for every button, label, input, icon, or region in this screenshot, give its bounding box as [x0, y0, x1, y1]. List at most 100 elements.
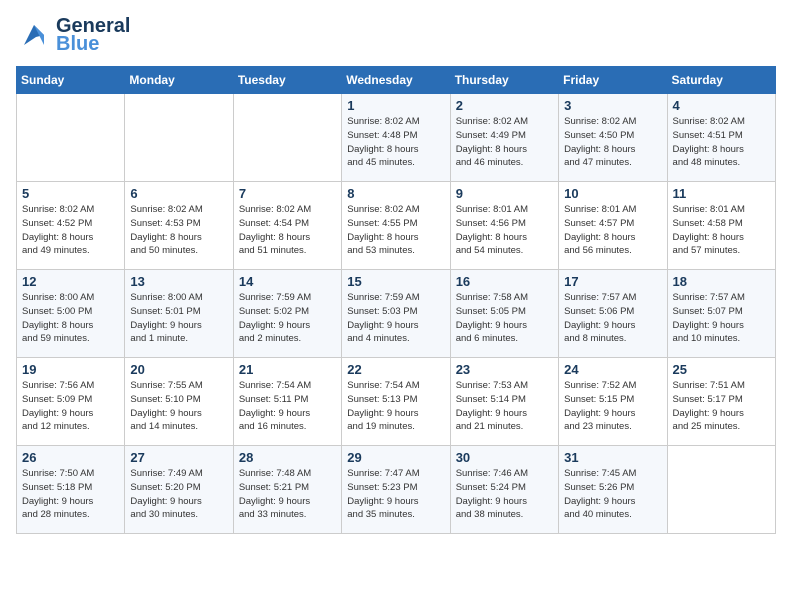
calendar-cell [667, 446, 775, 534]
calendar-cell: 14Sunrise: 7:59 AM Sunset: 5:02 PM Dayli… [233, 270, 341, 358]
calendar-cell [233, 94, 341, 182]
day-number: 26 [22, 450, 119, 465]
day-info: Sunrise: 7:49 AM Sunset: 5:20 PM Dayligh… [130, 467, 227, 522]
day-number: 27 [130, 450, 227, 465]
logo: General Blue [16, 16, 130, 54]
weekday-header-monday: Monday [125, 67, 233, 94]
calendar-cell: 25 Sunrise: 7:51 AM Sunset: 5:17 PM Dayli… [667, 358, 775, 446]
day-info: Sunrise: 8:00 AM Sunset: 5:01 PM Dayligh… [130, 291, 227, 346]
calendar-cell: 7 Sunrise: 8:02 AM Sunset: 4:54 PM Daylig… [233, 182, 341, 270]
day-number: 20 [130, 362, 227, 377]
day-info: Sunrise: 7:47 AM Sunset: 5:23 PM Dayligh… [347, 467, 444, 522]
logo-icon [16, 17, 52, 53]
calendar-cell: 27 Sunrise: 7:49 AM Sunset: 5:20 PM Dayli… [125, 446, 233, 534]
day-info: Sunrise: 7:59 AM Sunset: 5:03 PM Dayligh… [347, 291, 444, 346]
day-number: 5 [22, 186, 119, 201]
day-number: 30 [456, 450, 553, 465]
calendar-cell: 1Sunrise: 8:02 AM Sunset: 4:48 PM Daylig… [342, 94, 450, 182]
day-number: 2 [456, 98, 553, 113]
calendar-cell: 9Sunrise: 8:01 AM Sunset: 4:56 PM Daylig… [450, 182, 558, 270]
day-info: Sunrise: 7:46 AM Sunset: 5:24 PM Dayligh… [456, 467, 553, 522]
calendar-cell: 30 Sunrise: 7:46 AM Sunset: 5:24 PM Dayli… [450, 446, 558, 534]
calendar-cell: 20 Sunrise: 7:55 AM Sunset: 5:10 PM Dayli… [125, 358, 233, 446]
day-info: Sunrise: 7:51 AM Sunset: 5:17 PM Dayligh… [673, 379, 770, 434]
day-number: 22 [347, 362, 444, 377]
day-info: Sunrise: 7:45 AM Sunset: 5:26 PM Dayligh… [564, 467, 661, 522]
day-number: 16 [456, 274, 553, 289]
weekday-header-thursday: Thursday [450, 67, 558, 94]
weekday-header-wednesday: Wednesday [342, 67, 450, 94]
day-number: 3 [564, 98, 661, 113]
day-info: Sunrise: 7:53 AM Sunset: 5:14 PM Dayligh… [456, 379, 553, 434]
calendar-cell: 11Sunrise: 8:01 AM Sunset: 4:58 PM Dayli… [667, 182, 775, 270]
calendar-cell: 26 Sunrise: 7:50 AM Sunset: 5:18 PM Dayli… [17, 446, 125, 534]
day-info: Sunrise: 7:54 AM Sunset: 5:11 PM Dayligh… [239, 379, 336, 434]
weekday-header-tuesday: Tuesday [233, 67, 341, 94]
day-info: Sunrise: 8:02 AM Sunset: 4:53 PM Dayligh… [130, 203, 227, 258]
day-number: 13 [130, 274, 227, 289]
day-info: Sunrise: 8:02 AM Sunset: 4:50 PM Dayligh… [564, 115, 661, 170]
day-info: Sunrise: 7:57 AM Sunset: 5:06 PM Dayligh… [564, 291, 661, 346]
calendar-cell: 2 Sunrise: 8:02 AM Sunset: 4:49 PM Daylig… [450, 94, 558, 182]
calendar-cell: 28 Sunrise: 7:48 AM Sunset: 5:21 PM Dayli… [233, 446, 341, 534]
calendar-header-row: SundayMondayTuesdayWednesdayThursdayFrid… [17, 67, 776, 94]
day-info: Sunrise: 7:57 AM Sunset: 5:07 PM Dayligh… [673, 291, 770, 346]
calendar-cell: 31 Sunrise: 7:45 AM Sunset: 5:26 PM Dayli… [559, 446, 667, 534]
calendar-cell: 6 Sunrise: 8:02 AM Sunset: 4:53 PM Daylig… [125, 182, 233, 270]
day-info: Sunrise: 8:01 AM Sunset: 4:58 PM Dayligh… [673, 203, 770, 258]
day-info: Sunrise: 7:54 AM Sunset: 5:13 PM Dayligh… [347, 379, 444, 434]
day-info: Sunrise: 7:58 AM Sunset: 5:05 PM Dayligh… [456, 291, 553, 346]
day-info: Sunrise: 8:02 AM Sunset: 4:51 PM Dayligh… [673, 115, 770, 170]
day-number: 21 [239, 362, 336, 377]
day-number: 6 [130, 186, 227, 201]
day-number: 24 [564, 362, 661, 377]
calendar-cell: 15 Sunrise: 7:59 AM Sunset: 5:03 PM Dayli… [342, 270, 450, 358]
logo-text-blue: Blue [56, 34, 130, 54]
calendar-table: SundayMondayTuesdayWednesdayThursdayFrid… [16, 66, 776, 534]
calendar-week-row: 1Sunrise: 8:02 AM Sunset: 4:48 PM Daylig… [17, 94, 776, 182]
day-number: 29 [347, 450, 444, 465]
calendar-cell: 21 Sunrise: 7:54 AM Sunset: 5:11 PM Dayli… [233, 358, 341, 446]
day-number: 12 [22, 274, 119, 289]
day-info: Sunrise: 8:02 AM Sunset: 4:52 PM Dayligh… [22, 203, 119, 258]
weekday-header-friday: Friday [559, 67, 667, 94]
day-info: Sunrise: 8:02 AM Sunset: 4:54 PM Dayligh… [239, 203, 336, 258]
day-number: 31 [564, 450, 661, 465]
calendar-body: 1Sunrise: 8:02 AM Sunset: 4:48 PM Daylig… [17, 94, 776, 534]
weekday-header-sunday: Sunday [17, 67, 125, 94]
calendar-cell: 13 Sunrise: 8:00 AM Sunset: 5:01 PM Dayli… [125, 270, 233, 358]
day-number: 15 [347, 274, 444, 289]
day-info: Sunrise: 8:01 AM Sunset: 4:57 PM Dayligh… [564, 203, 661, 258]
calendar-week-row: 12Sunrise: 8:00 AM Sunset: 5:00 PM Dayli… [17, 270, 776, 358]
day-number: 7 [239, 186, 336, 201]
day-info: Sunrise: 8:02 AM Sunset: 4:55 PM Dayligh… [347, 203, 444, 258]
day-number: 28 [239, 450, 336, 465]
calendar-cell [125, 94, 233, 182]
day-number: 4 [673, 98, 770, 113]
day-info: Sunrise: 7:55 AM Sunset: 5:10 PM Dayligh… [130, 379, 227, 434]
day-info: Sunrise: 8:02 AM Sunset: 4:48 PM Dayligh… [347, 115, 444, 170]
day-number: 25 [673, 362, 770, 377]
day-info: Sunrise: 8:02 AM Sunset: 4:49 PM Dayligh… [456, 115, 553, 170]
day-info: Sunrise: 7:52 AM Sunset: 5:15 PM Dayligh… [564, 379, 661, 434]
calendar-cell: 5 Sunrise: 8:02 AM Sunset: 4:52 PM Daylig… [17, 182, 125, 270]
day-number: 8 [347, 186, 444, 201]
calendar-cell: 24 Sunrise: 7:52 AM Sunset: 5:15 PM Dayli… [559, 358, 667, 446]
calendar-cell: 16 Sunrise: 7:58 AM Sunset: 5:05 PM Dayli… [450, 270, 558, 358]
day-number: 17 [564, 274, 661, 289]
calendar-cell [17, 94, 125, 182]
calendar-week-row: 26 Sunrise: 7:50 AM Sunset: 5:18 PM Dayli… [17, 446, 776, 534]
calendar-cell: 18Sunrise: 7:57 AM Sunset: 5:07 PM Dayli… [667, 270, 775, 358]
calendar-cell: 3 Sunrise: 8:02 AM Sunset: 4:50 PM Daylig… [559, 94, 667, 182]
calendar-week-row: 5 Sunrise: 8:02 AM Sunset: 4:52 PM Daylig… [17, 182, 776, 270]
calendar-week-row: 19Sunrise: 7:56 AM Sunset: 5:09 PM Dayli… [17, 358, 776, 446]
day-info: Sunrise: 7:50 AM Sunset: 5:18 PM Dayligh… [22, 467, 119, 522]
day-info: Sunrise: 7:56 AM Sunset: 5:09 PM Dayligh… [22, 379, 119, 434]
calendar-cell: 8 Sunrise: 8:02 AM Sunset: 4:55 PM Daylig… [342, 182, 450, 270]
day-number: 14 [239, 274, 336, 289]
day-info: Sunrise: 7:48 AM Sunset: 5:21 PM Dayligh… [239, 467, 336, 522]
calendar-cell: 12Sunrise: 8:00 AM Sunset: 5:00 PM Dayli… [17, 270, 125, 358]
weekday-header-saturday: Saturday [667, 67, 775, 94]
calendar-cell: 10Sunrise: 8:01 AM Sunset: 4:57 PM Dayli… [559, 182, 667, 270]
calendar-cell: 29 Sunrise: 7:47 AM Sunset: 5:23 PM Dayli… [342, 446, 450, 534]
